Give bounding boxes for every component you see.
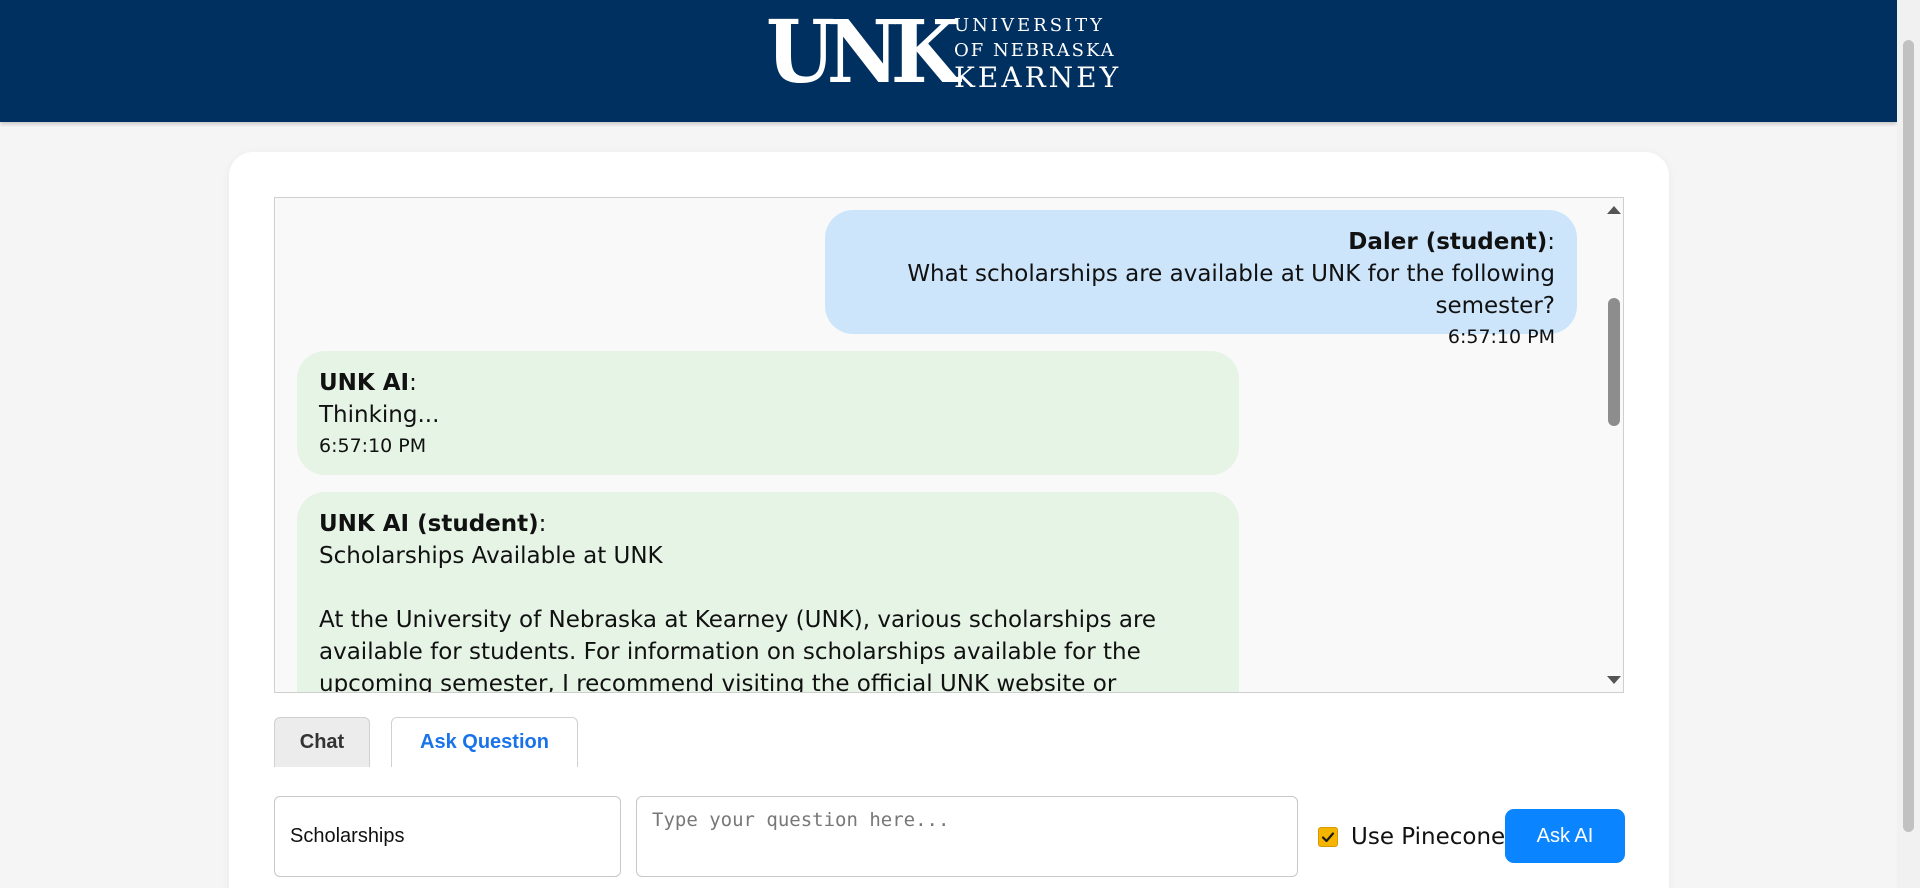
scroll-up-arrow-icon[interactable] bbox=[1607, 206, 1621, 214]
use-pinecone-toggle[interactable]: Use Pinecone bbox=[1318, 819, 1505, 855]
chat-card: Daler (student): What scholarships are a… bbox=[229, 152, 1669, 888]
page-scrollbar-thumb[interactable] bbox=[1903, 40, 1914, 832]
chat-scrollbar-thumb[interactable] bbox=[1608, 298, 1620, 426]
unk-logo[interactable]: UNK ® UNIVERSITY OF NEBRASKA KEARNEY bbox=[766, 10, 1136, 96]
scroll-down-arrow-icon[interactable] bbox=[1607, 676, 1621, 684]
subject-value: Scholarships bbox=[290, 825, 405, 847]
page-scrollbar[interactable] bbox=[1897, 0, 1920, 888]
tab-ask-question[interactable]: Ask Question bbox=[391, 717, 578, 767]
chat-message-ai: UNK AI: Thinking... 6:57:10 PM bbox=[297, 351, 1239, 475]
message-sender: UNK AI (student) bbox=[319, 511, 539, 537]
message-text: At the University of Nebraska at Kearney… bbox=[319, 607, 1157, 693]
message-sender: Daler (student) bbox=[1348, 229, 1548, 255]
chat-message-ai: UNK AI (student): Scholarships Available… bbox=[297, 492, 1239, 693]
use-pinecone-label: Use Pinecone bbox=[1351, 824, 1506, 850]
message-time: 6:57:10 PM bbox=[1447, 326, 1555, 348]
chat-scrollbar[interactable] bbox=[1603, 198, 1623, 692]
logo-line-university: UNIVERSITY bbox=[954, 15, 1106, 36]
ask-ai-button[interactable]: Ask AI bbox=[1505, 809, 1625, 863]
message-time: 6:57:10 PM bbox=[319, 435, 427, 457]
question-input[interactable] bbox=[636, 796, 1298, 877]
logo-mark: UNK ® bbox=[766, 2, 960, 103]
message-sender: UNK AI bbox=[319, 370, 410, 396]
message-text: What scholarships are available at UNK f… bbox=[907, 261, 1555, 319]
message-title: Scholarships Available at UNK bbox=[319, 543, 663, 569]
logo-line-of-nebraska: OF NEBRASKA bbox=[954, 40, 1116, 61]
chat-history[interactable]: Daler (student): What scholarships are a… bbox=[274, 197, 1624, 693]
header-bar: UNK ® UNIVERSITY OF NEBRASKA KEARNEY bbox=[0, 0, 1897, 122]
logo-line-kearney: KEARNEY bbox=[954, 61, 1122, 94]
subject-field[interactable]: Scholarships bbox=[274, 796, 621, 877]
logo-wordmark: UNIVERSITY OF NEBRASKA KEARNEY bbox=[954, 13, 1121, 93]
use-pinecone-checkbox[interactable] bbox=[1318, 827, 1338, 847]
tab-chat[interactable]: Chat bbox=[274, 717, 370, 767]
message-text: Thinking... bbox=[319, 402, 440, 428]
chat-message-user: Daler (student): What scholarships are a… bbox=[825, 210, 1577, 348]
checkmark-icon bbox=[1321, 832, 1335, 843]
